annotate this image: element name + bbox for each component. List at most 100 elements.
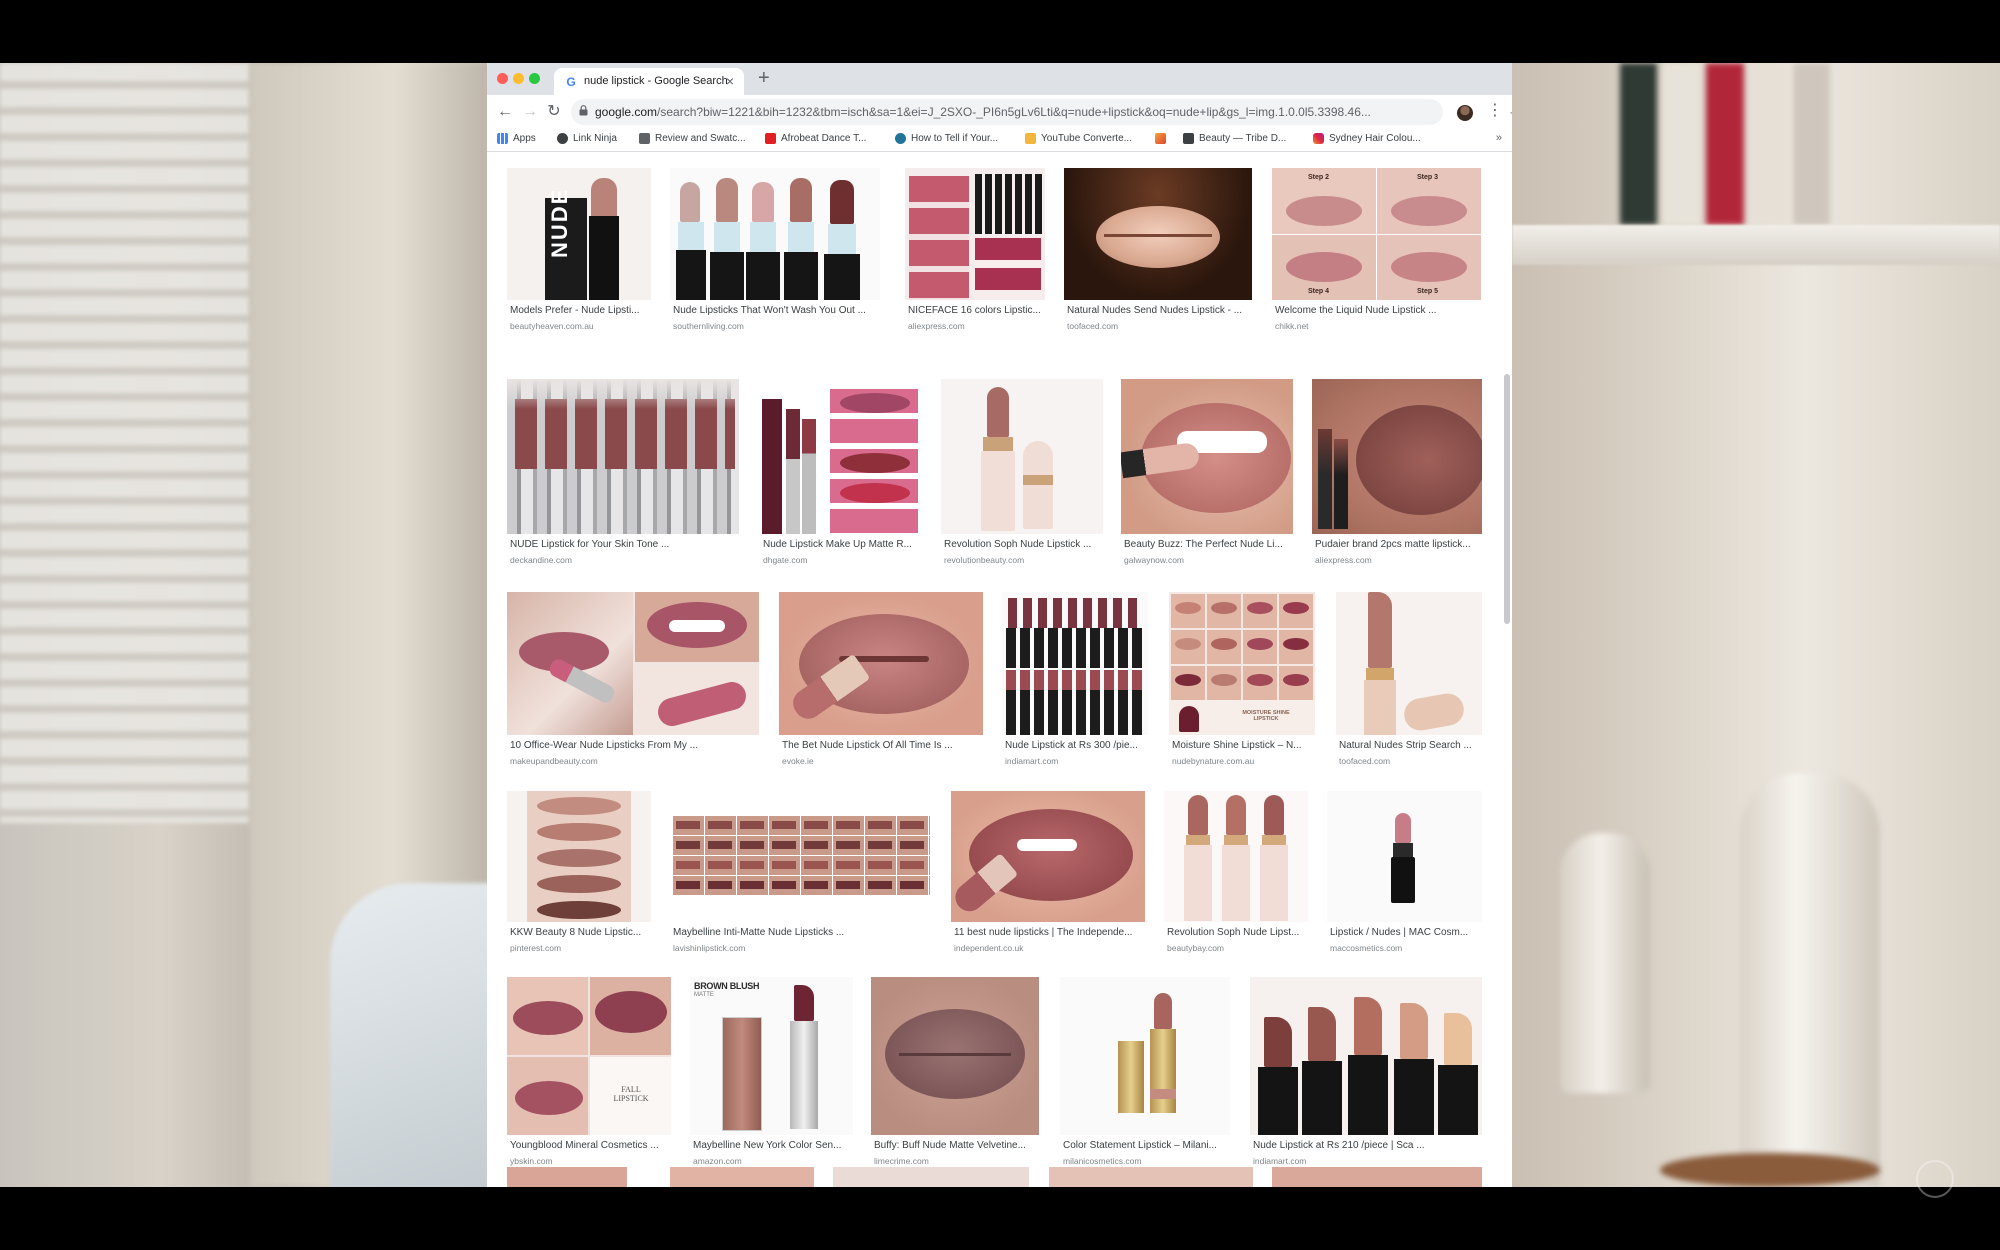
result-thumbnail[interactable]: FALL LIPSTICK: [507, 977, 671, 1135]
result-thumbnail[interactable]: [1312, 379, 1482, 534]
new-tab-button[interactable]: +: [758, 68, 770, 88]
result-thumbnail[interactable]: [670, 1167, 814, 1187]
result-thumbnail[interactable]: [507, 592, 759, 735]
result-thumbnail[interactable]: [1327, 791, 1482, 922]
result-thumbnail[interactable]: Step 2 Step 3 Step 4 Step 5: [1272, 168, 1481, 300]
forward-arrow-icon[interactable]: →: [520, 102, 540, 122]
result-card[interactable]: Beauty Buzz: The Perfect Nude Li... galw…: [1121, 379, 1293, 574]
result-title[interactable]: Buffy: Buff Nude Matte Velvetine...: [874, 1140, 1042, 1151]
result-card[interactable]: Pudaier brand 2pcs matte lipstick... ali…: [1312, 379, 1482, 574]
result-card[interactable]: [670, 1167, 814, 1187]
result-title[interactable]: Maybelline Inti-Matte Nude Lipsticks ...: [673, 927, 935, 938]
result-card[interactable]: Revolution Soph Nude Lipstick ... revolu…: [941, 379, 1103, 574]
result-title[interactable]: Beauty Buzz: The Perfect Nude Li...: [1124, 539, 1296, 550]
result-thumbnail[interactable]: [779, 592, 983, 735]
result-thumbnail[interactable]: [951, 791, 1145, 922]
result-card[interactable]: FALL LIPSTICK Youngblood Mineral Cosmeti…: [507, 977, 671, 1177]
result-title[interactable]: Nude Lipsticks That Won't Wash You Out .…: [673, 305, 883, 316]
result-thumbnail[interactable]: [1272, 1167, 1482, 1187]
result-title[interactable]: NICEFACE 16 colors Lipstic...: [908, 305, 1048, 316]
result-card[interactable]: KKW Beauty 8 Nude Lipstic... pinterest.c…: [507, 791, 651, 964]
result-thumbnail[interactable]: [871, 977, 1039, 1135]
result-card[interactable]: Revolution Soph Nude Lipst... beautybay.…: [1164, 791, 1308, 964]
result-card[interactable]: Step 2 Step 3 Step 4 Step 5 Welcome the …: [1272, 168, 1481, 338]
result-title[interactable]: Nude Lipstick Make Up Matte R...: [763, 539, 923, 550]
result-thumbnail[interactable]: [1336, 592, 1482, 735]
bookmarks-overflow-icon[interactable]: »: [1496, 132, 1502, 144]
bookmark-how-to-tell[interactable]: How to Tell if Your...: [895, 133, 998, 144]
bookmark-sydney-hair[interactable]: Sydney Hair Colou...: [1313, 133, 1421, 144]
result-card[interactable]: NUDE Lipstick for Your Skin Tone ... dec…: [507, 379, 739, 574]
maximize-window-button[interactable]: [529, 73, 540, 84]
result-card[interactable]: Nude Lipstick at Rs 210 /piece | Sca ...…: [1250, 977, 1482, 1177]
result-title[interactable]: Welcome the Liquid Nude Lipstick ...: [1275, 305, 1484, 316]
result-title[interactable]: Revolution Soph Nude Lipstick ...: [944, 539, 1106, 550]
bookmark-afrobeat[interactable]: Afrobeat Dance T...: [765, 133, 866, 144]
bookmark-unnamed[interactable]: [1155, 133, 1166, 144]
result-thumbnail[interactable]: [833, 1167, 1029, 1187]
result-card[interactable]: MOISTURE SHINE LIPSTICK Moisture Shine L…: [1169, 592, 1315, 777]
result-title[interactable]: Models Prefer - Nude Lipsti...: [510, 305, 654, 316]
close-window-button[interactable]: [497, 73, 508, 84]
result-card[interactable]: Natural Nudes Send Nudes Lipstick - ... …: [1064, 168, 1252, 338]
result-thumbnail[interactable]: [941, 379, 1103, 534]
result-thumbnail[interactable]: [1064, 168, 1252, 300]
result-thumbnail[interactable]: [1049, 1167, 1253, 1187]
result-card[interactable]: Nude Lipstick Make Up Matte R... dhgate.…: [760, 379, 920, 574]
result-title[interactable]: Color Statement Lipstick – Milani...: [1063, 1140, 1233, 1151]
profile-avatar[interactable]: [1457, 105, 1473, 121]
result-title[interactable]: Youngblood Mineral Cosmetics ...: [510, 1140, 674, 1151]
result-title[interactable]: Lipstick / Nudes | MAC Cosm...: [1330, 927, 1485, 938]
result-card[interactable]: Color Statement Lipstick – Milani... mil…: [1060, 977, 1230, 1177]
result-thumbnail[interactable]: [905, 168, 1045, 300]
result-title[interactable]: Nude Lipstick at Rs 210 /piece | Sca ...: [1253, 1140, 1485, 1151]
result-thumbnail[interactable]: BROWN BLUSH MATTE: [690, 977, 853, 1135]
result-title[interactable]: Nude Lipstick at Rs 300 /pie...: [1005, 740, 1151, 751]
result-title[interactable]: NUDE Lipstick for Your Skin Tone ...: [510, 539, 742, 550]
scrollbar[interactable]: [1504, 374, 1510, 624]
result-card[interactable]: Maybelline Inti-Matte Nude Lipsticks ...…: [670, 791, 932, 964]
result-thumbnail[interactable]: [1121, 379, 1293, 534]
result-title[interactable]: 10 Office-Wear Nude Lipsticks From My ..…: [510, 740, 762, 751]
result-card[interactable]: [833, 1167, 1029, 1187]
result-card[interactable]: NUDE Models Prefer - Nude Lipsti... beau…: [507, 168, 651, 338]
result-card[interactable]: Buffy: Buff Nude Matte Velvetine... lime…: [871, 977, 1039, 1177]
tab-google-search[interactable]: G nude lipstick - Google Search ×: [554, 68, 744, 95]
result-thumbnail[interactable]: [507, 1167, 627, 1187]
result-thumbnail[interactable]: [670, 791, 932, 922]
result-title[interactable]: Revolution Soph Nude Lipst...: [1167, 927, 1311, 938]
result-thumbnail[interactable]: [507, 791, 651, 922]
result-title[interactable]: Pudaier brand 2pcs matte lipstick...: [1315, 539, 1485, 550]
result-thumbnail[interactable]: [670, 168, 880, 300]
back-arrow-icon[interactable]: ←: [495, 102, 515, 122]
bookmark-beauty-tribe[interactable]: Beauty — Tribe D...: [1183, 133, 1286, 144]
bookmark-review-swatch[interactable]: Review and Swatc...: [639, 133, 746, 144]
result-thumbnail[interactable]: MOISTURE SHINE LIPSTICK: [1169, 592, 1315, 735]
result-title[interactable]: KKW Beauty 8 Nude Lipstic...: [510, 927, 654, 938]
result-thumbnail[interactable]: NUDE: [507, 168, 651, 300]
result-thumbnail[interactable]: [1002, 592, 1148, 735]
result-card[interactable]: Lipstick / Nudes | MAC Cosm... maccosmet…: [1327, 791, 1482, 964]
result-title[interactable]: Moisture Shine Lipstick – N...: [1172, 740, 1318, 751]
address-bar[interactable]: google.com/search?biw=1221&bih=1232&tbm=…: [571, 99, 1512, 125]
result-card[interactable]: [1049, 1167, 1253, 1187]
result-card[interactable]: BROWN BLUSH MATTE Maybelline New York Co…: [690, 977, 853, 1177]
result-card[interactable]: Nude Lipsticks That Won't Wash You Out .…: [670, 168, 880, 338]
result-card[interactable]: 11 best nude lipsticks | The Independe..…: [951, 791, 1145, 964]
result-title[interactable]: Natural Nudes Send Nudes Lipstick - ...: [1067, 305, 1255, 316]
result-thumbnail[interactable]: [760, 379, 920, 534]
star-icon[interactable]: ☆: [1509, 107, 1512, 122]
result-thumbnail[interactable]: [507, 379, 739, 534]
result-thumbnail[interactable]: [1250, 977, 1482, 1135]
result-title[interactable]: Natural Nudes Strip Search ...: [1339, 740, 1485, 751]
result-card[interactable]: [507, 1167, 627, 1187]
tab-close-icon[interactable]: ×: [726, 73, 734, 89]
result-title[interactable]: 11 best nude lipsticks | The Independe..…: [954, 927, 1148, 938]
result-card[interactable]: 10 Office-Wear Nude Lipsticks From My ..…: [507, 592, 759, 777]
result-thumbnail[interactable]: [1060, 977, 1230, 1135]
result-card[interactable]: Natural Nudes Strip Search ... toofaced.…: [1336, 592, 1482, 777]
bookmark-apps[interactable]: Apps: [497, 133, 536, 144]
bookmark-link-ninja[interactable]: Link Ninja: [557, 133, 617, 144]
result-card[interactable]: NICEFACE 16 colors Lipstic... aliexpress…: [905, 168, 1045, 338]
result-card[interactable]: The Bet Nude Lipstick Of All Time Is ...…: [779, 592, 983, 777]
